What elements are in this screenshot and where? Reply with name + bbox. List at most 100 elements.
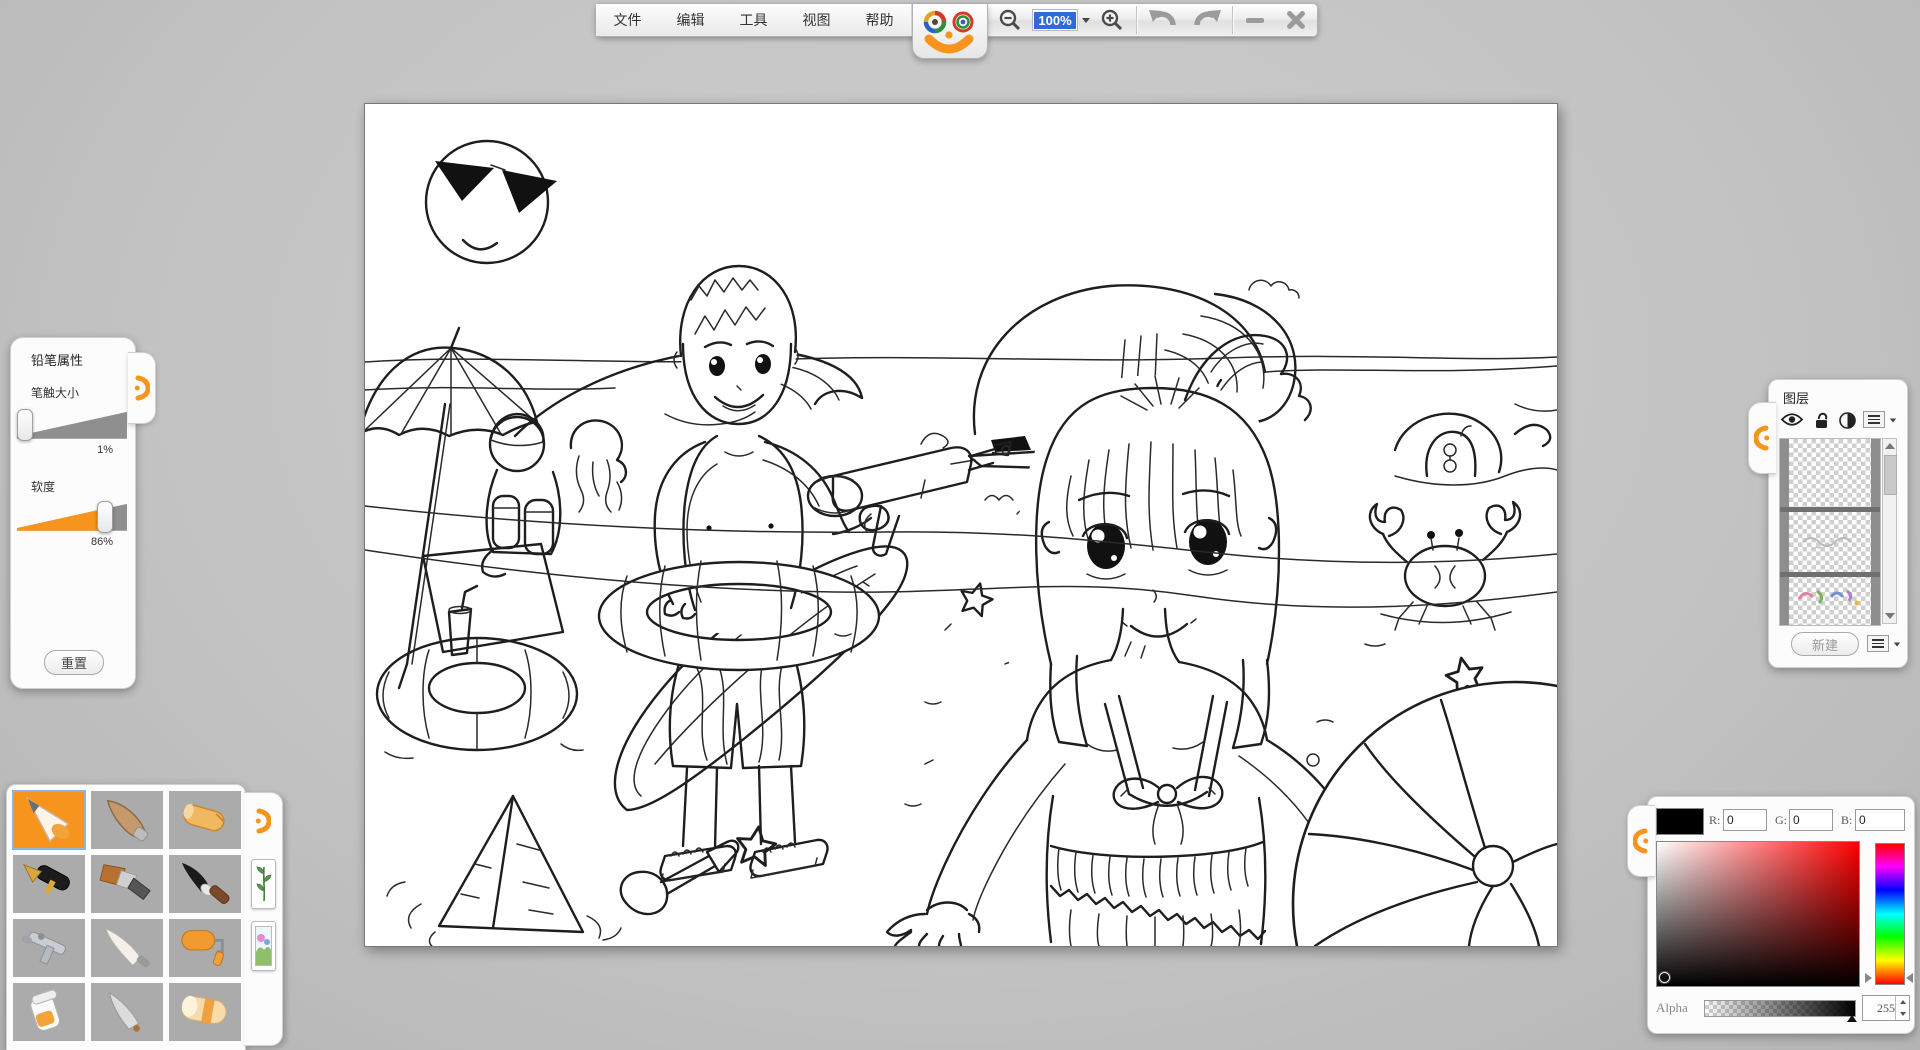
current-color-swatch[interactable]	[1656, 808, 1704, 835]
tool-pen[interactable]	[13, 855, 85, 913]
drawing-canvas[interactable]	[364, 103, 1558, 947]
saturation-value-square[interactable]	[1656, 841, 1860, 987]
redo-button[interactable]	[1186, 4, 1230, 36]
layers-bottom-menu-caret-icon[interactable]	[1894, 643, 1900, 647]
toolbox-grip[interactable]	[250, 801, 274, 841]
color-panel-grip[interactable]	[1627, 805, 1655, 877]
menu-help[interactable]: 帮助	[848, 4, 912, 36]
minimize-button[interactable]	[1236, 4, 1274, 36]
menu-tools[interactable]: 工具	[722, 4, 786, 36]
tool-roller[interactable]	[169, 919, 241, 977]
layer-menu-button[interactable]	[1863, 411, 1885, 428]
undo-button[interactable]	[1140, 4, 1184, 36]
clown-logo-icon[interactable]	[914, 7, 984, 57]
zoom-level-combo[interactable]: 100%	[1032, 4, 1090, 36]
scroll-down-icon[interactable]	[1885, 613, 1895, 619]
panel-handle-icon	[1633, 827, 1650, 855]
zoom-out-button[interactable]	[990, 4, 1030, 36]
layer-frame-left	[1780, 439, 1789, 625]
layer-blend-button[interactable]	[1839, 412, 1856, 434]
menu-file[interactable]: 文件	[596, 4, 660, 36]
layer-visibility-button[interactable]	[1781, 412, 1803, 432]
scrollbar-thumb[interactable]	[1884, 455, 1897, 495]
tool-crayon[interactable]	[169, 791, 241, 849]
girl-drawing	[887, 335, 1359, 946]
picture-preview-button[interactable]	[251, 921, 276, 971]
g-input[interactable]	[1789, 809, 1833, 831]
softness-label: 软度	[31, 478, 55, 495]
brush-size-value: 1%	[97, 444, 113, 456]
scroll-up-icon[interactable]	[1885, 443, 1895, 449]
layer-row-2[interactable]	[1789, 512, 1871, 572]
pen-tool-icon	[17, 859, 81, 909]
alpha-input[interactable]	[1865, 997, 1897, 1019]
r-label: R:	[1709, 813, 1720, 828]
half-circle-icon	[1839, 412, 1856, 429]
alpha-spinner[interactable]	[1862, 995, 1910, 1021]
spin-down-icon[interactable]	[1900, 1012, 1906, 1016]
crayon-tool-icon	[173, 795, 237, 845]
pencil-panel-grip[interactable]	[128, 352, 156, 424]
g-label: G:	[1775, 813, 1787, 828]
plant-preview-button[interactable]	[251, 859, 276, 909]
brush-size-track[interactable]	[17, 408, 127, 440]
beach-scene-lineart	[365, 104, 1557, 946]
sea-waves-drawing	[365, 280, 1557, 436]
layer-row-3[interactable]	[1789, 577, 1871, 625]
tool-ink-brush[interactable]	[169, 855, 241, 913]
reset-button[interactable]: 重置	[44, 650, 104, 675]
charcoal-tool-icon	[95, 795, 159, 845]
alpha-slider[interactable]	[1704, 1000, 1856, 1017]
sv-selector-icon[interactable]	[1659, 972, 1670, 983]
layer2-sketch-preview	[1789, 512, 1871, 572]
softness-slider[interactable]	[17, 500, 127, 532]
brush-size-slider[interactable]	[17, 408, 127, 440]
alpha-marker-icon[interactable]	[1847, 1015, 1857, 1022]
tool-flat-brush[interactable]	[91, 855, 163, 913]
layers-panel-grip[interactable]	[1748, 402, 1776, 474]
alpha-spin-buttons[interactable]	[1895, 996, 1909, 1020]
softness-handle[interactable]	[97, 501, 113, 533]
zoom-in-icon	[1100, 8, 1124, 32]
unlock-icon	[1813, 412, 1830, 429]
tool-pencil[interactable]	[13, 791, 85, 849]
palette-knife-tool-icon	[95, 923, 159, 973]
menu-edit[interactable]: 编辑	[659, 4, 723, 36]
spin-up-icon[interactable]	[1900, 1000, 1906, 1004]
alpha-label: Alpha	[1656, 1000, 1688, 1016]
tool-eraser[interactable]	[169, 983, 241, 1041]
tool-charcoal[interactable]	[91, 791, 163, 849]
sand-pyramid-drawing	[387, 796, 621, 946]
pencil-panel-title: 铅笔属性	[31, 350, 83, 369]
tool-blade[interactable]	[91, 983, 163, 1041]
tool-airbrush[interactable]	[13, 919, 85, 977]
new-layer-button[interactable]: 新建	[1791, 632, 1859, 656]
hue-marker-right-icon[interactable]	[1906, 973, 1913, 983]
paint-jar-tool-icon	[17, 987, 81, 1037]
layers-bottom-menu-button[interactable]	[1867, 635, 1889, 652]
zoom-in-button[interactable]	[1092, 4, 1132, 36]
brush-toolbox-panel	[6, 784, 246, 1050]
r-input[interactable]	[1723, 809, 1767, 831]
toolbox-side-strip	[244, 792, 283, 1046]
tool-paint-jar[interactable]	[13, 983, 85, 1041]
layer-menu-caret-icon[interactable]	[1890, 419, 1896, 423]
b-input[interactable]	[1855, 809, 1905, 831]
hue-marker-left-icon[interactable]	[1865, 973, 1872, 983]
layer3-color-preview	[1789, 577, 1871, 625]
swimmer-drawing	[1395, 414, 1557, 485]
layer-scrollbar[interactable]	[1882, 438, 1897, 624]
crab-drawing	[1370, 502, 1520, 630]
brush-size-handle[interactable]	[17, 409, 33, 441]
pencil-properties-panel: 铅笔属性 笔触大小 1% 软度 86% 重置	[10, 337, 136, 689]
hue-bar[interactable]	[1875, 843, 1905, 985]
menu-view[interactable]: 视图	[785, 4, 849, 36]
layer-lock-button[interactable]	[1813, 412, 1830, 434]
close-button[interactable]	[1276, 4, 1316, 36]
tool-palette-knife[interactable]	[91, 919, 163, 977]
panel-handle-icon	[1754, 424, 1771, 452]
zoom-dropdown-caret-icon[interactable]	[1082, 18, 1090, 23]
water-gun-drawing	[808, 433, 1011, 555]
layer-row-1[interactable]	[1789, 439, 1871, 507]
undo-icon	[1147, 7, 1177, 33]
